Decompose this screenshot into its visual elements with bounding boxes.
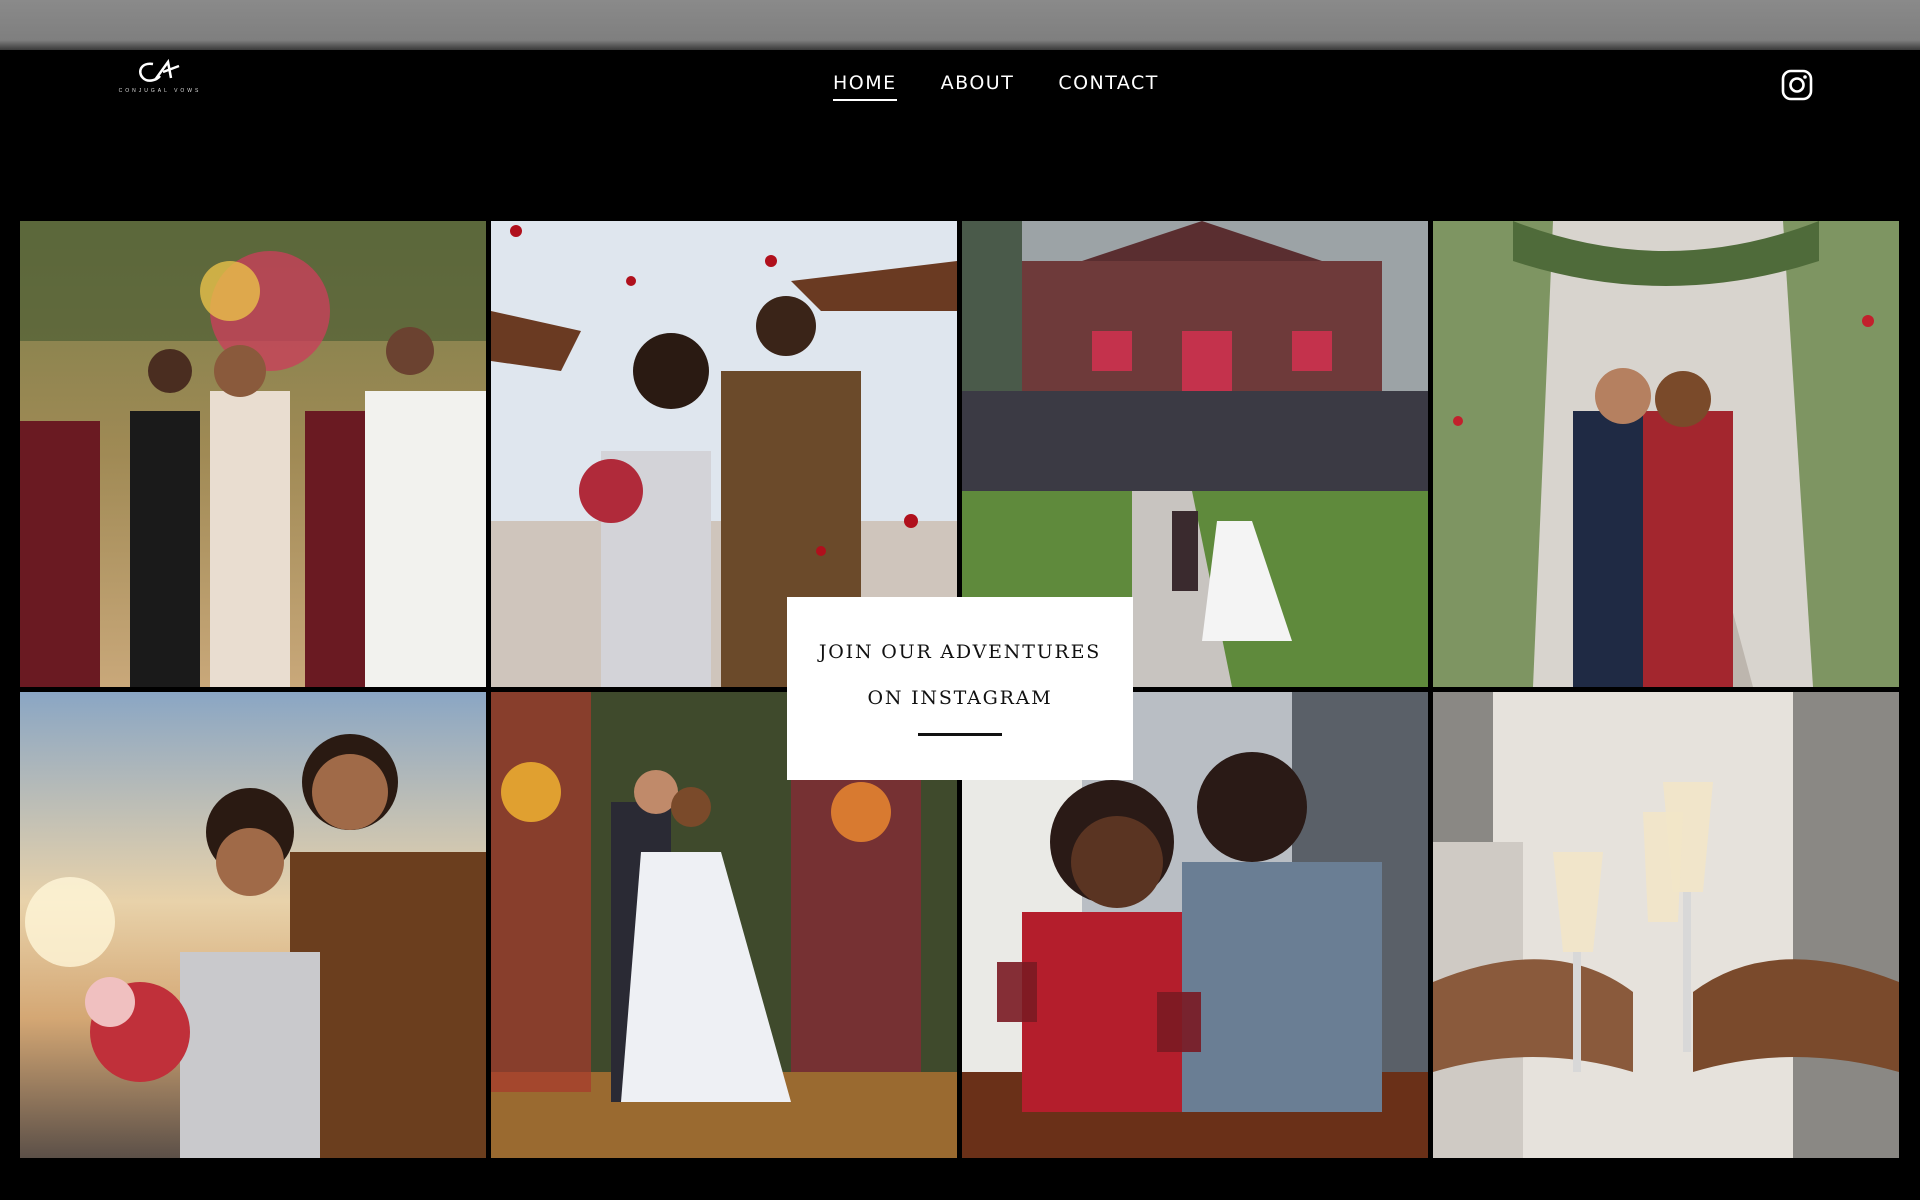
- nav-home[interactable]: HOME: [833, 72, 897, 101]
- site-logo[interactable]: CONJUGAL VOWS: [110, 58, 210, 98]
- logo-text: CONJUGAL VOWS: [118, 88, 202, 94]
- instagram-cta-line1: JOIN OUR ADVENTURES: [818, 641, 1102, 663]
- instagram-cta-line2: ON INSTAGRAM: [867, 687, 1053, 709]
- gallery-photo-champagne-toast[interactable]: [1433, 692, 1899, 1158]
- main-nav: HOME ABOUT CONTACT: [833, 72, 1159, 101]
- site-header: CONJUGAL VOWS HOME ABOUT CONTACT: [0, 50, 1920, 170]
- gallery-photo-rose-arch-couple[interactable]: [1433, 221, 1899, 687]
- gallery-photo-wedding-party-toast[interactable]: [20, 221, 486, 687]
- photo-champagne-toast: [1433, 692, 1899, 1158]
- instagram-cta-underline: [918, 733, 1002, 736]
- photo-rose-arch-couple: [1433, 221, 1899, 687]
- browser-chrome-strip: [0, 0, 1920, 50]
- photo-sunset-couple: [20, 692, 486, 1158]
- logo-monogram-icon: [139, 58, 180, 82]
- gallery-photo-sunset-couple[interactable]: [20, 692, 486, 1158]
- instagram-cta-card[interactable]: JOIN OUR ADVENTURES ON INSTAGRAM: [787, 597, 1133, 780]
- nav-about[interactable]: ABOUT: [941, 72, 1015, 99]
- nav-contact[interactable]: CONTACT: [1058, 72, 1159, 99]
- photo-wedding-party-toast: [20, 221, 486, 687]
- instagram-icon[interactable]: [1780, 68, 1814, 102]
